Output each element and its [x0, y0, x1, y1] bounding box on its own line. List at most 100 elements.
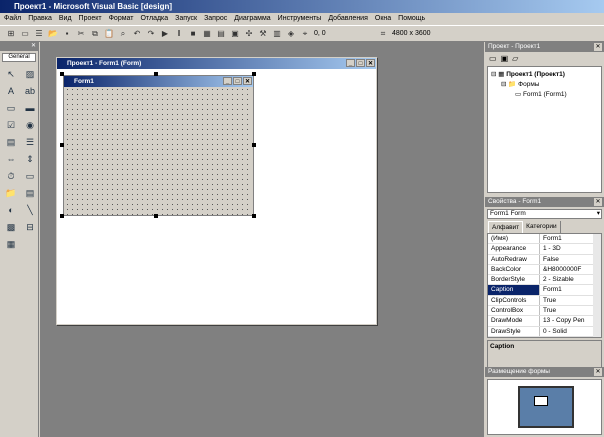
property-row[interactable]: AutoRedraw False [488, 254, 601, 265]
undo-icon[interactable]: ↶ [132, 29, 142, 39]
menu-item[interactable]: Добавления [328, 13, 368, 25]
view-object-icon[interactable]: ▣ [501, 54, 509, 64]
property-value[interactable]: 0 - Solid [540, 327, 567, 336]
pointer-icon[interactable]: ↖ [4, 67, 18, 81]
picturebox-icon[interactable]: ▨ [23, 67, 37, 81]
menu-editor-icon[interactable]: ☰ [34, 29, 44, 39]
maximize-button[interactable]: □ [356, 59, 365, 67]
tree-root[interactable]: ⊟ ▦ Проект1 (Проект1) [491, 70, 598, 80]
data-icon[interactable]: ⊟ [23, 220, 37, 234]
object-select[interactable]: Form1 Form ▾ [487, 209, 602, 219]
menu-item[interactable]: Проект [79, 13, 102, 25]
menu-item[interactable]: Инструменты [278, 13, 322, 25]
line-icon[interactable]: ╲ [23, 203, 37, 217]
property-value[interactable]: Form1 [540, 234, 562, 243]
minimize-button[interactable]: _ [346, 59, 355, 67]
property-value[interactable]: 1 - 3D [540, 244, 561, 253]
resize-handle[interactable] [252, 72, 256, 76]
form-layout-icon[interactable]: ▣ [230, 29, 240, 39]
property-row[interactable]: DrawStyle 0 - Solid [488, 326, 601, 337]
menu-item[interactable]: Правка [28, 13, 52, 25]
resize-handle[interactable] [60, 143, 64, 147]
toggle-folders-icon[interactable]: ▱ [512, 54, 518, 64]
image-icon[interactable]: ▩ [4, 220, 18, 234]
close-icon[interactable]: ✕ [594, 198, 602, 206]
close-icon[interactable]: ✕ [594, 43, 602, 51]
project-explorer-icon[interactable]: ▦ [202, 29, 212, 39]
ole-icon[interactable]: ▦ [4, 237, 18, 251]
menu-item[interactable]: Запуск [175, 13, 197, 25]
form1[interactable]: Form1 _ □ ✕ [63, 75, 254, 216]
property-value[interactable]: True [540, 306, 556, 315]
menu-item[interactable]: Вид [59, 13, 72, 25]
menu-item[interactable]: Файл [4, 13, 21, 25]
menu-item[interactable]: Отладка [140, 13, 168, 25]
property-row[interactable]: DrawMode 13 - Copy Pen [488, 316, 601, 327]
menu-item[interactable]: Окна [375, 13, 391, 25]
form-designer-titlebar[interactable]: Проект1 - Form1 (Form) _ □ ✕ [57, 58, 376, 69]
properties-icon[interactable]: ▤ [216, 29, 226, 39]
scrollbar[interactable] [593, 234, 601, 337]
object-browser-icon[interactable]: ✣ [244, 29, 254, 39]
optionbutton-icon[interactable]: ◉ [23, 118, 37, 132]
property-row[interactable]: BackColor &H8000000F [488, 264, 601, 276]
property-value[interactable]: 13 - Copy Pen [540, 316, 585, 325]
resize-handle[interactable] [154, 214, 158, 218]
menu-item[interactable]: Запрос [204, 13, 227, 25]
tree-item-form1[interactable]: ▭ Form1 (Form1) [491, 90, 598, 100]
tab-categorized[interactable]: Категории [523, 221, 561, 233]
stop-icon[interactable]: ■ [188, 29, 198, 39]
toolbox-icon[interactable]: ⚒ [258, 29, 268, 39]
timer-icon[interactable]: ⏱ [4, 169, 18, 183]
resize-handle[interactable] [60, 214, 64, 218]
tree-folder[interactable]: ⊟ 📁 Формы [491, 80, 598, 90]
find-icon[interactable]: ⌕ [118, 29, 128, 39]
paste-icon[interactable]: 📋 [104, 29, 114, 39]
close-icon[interactable]: ✕ [594, 368, 602, 376]
view-code-icon[interactable]: ▭ [489, 54, 497, 64]
property-value[interactable]: 2 - Sizable [540, 275, 574, 284]
form-position-preview[interactable] [534, 396, 548, 406]
data-view-icon[interactable]: ▥ [272, 29, 282, 39]
toolbox-tab-general[interactable]: General [2, 53, 36, 62]
run-icon[interactable]: ▶ [160, 29, 170, 39]
property-value[interactable]: True [540, 296, 556, 305]
add-project-icon[interactable]: ⊞ [6, 29, 16, 39]
save-icon[interactable]: ▪ [62, 29, 72, 39]
drivelistbox-icon[interactable]: ▭ [23, 169, 37, 183]
add-form-icon[interactable]: ▭ [20, 29, 30, 39]
dirlistbox-icon[interactable]: 📁 [4, 186, 18, 200]
label-icon[interactable]: A [4, 84, 18, 98]
filelistbox-icon[interactable]: ▤ [23, 186, 37, 200]
property-row[interactable]: ControlBox True [488, 306, 601, 317]
copy-icon[interactable]: ⧉ [90, 29, 100, 39]
property-row[interactable]: ClipControls True [488, 295, 601, 307]
property-value[interactable]: &H8000000F [540, 265, 581, 274]
component-manager-icon[interactable]: ◈ [286, 29, 296, 39]
shape-icon[interactable]: ◐ [4, 203, 18, 217]
frame-icon[interactable]: ▭ [4, 101, 18, 115]
pause-icon[interactable]: ‖ [174, 29, 184, 39]
open-icon[interactable]: 📂 [48, 29, 58, 39]
redo-icon[interactable]: ↷ [146, 29, 156, 39]
property-value[interactable]: Form1 [540, 285, 562, 294]
resize-handle[interactable] [154, 72, 158, 76]
property-row[interactable]: Caption Form1 [488, 285, 601, 296]
combobox-icon[interactable]: ▤ [4, 135, 18, 149]
resize-handle[interactable] [252, 214, 256, 218]
menu-item[interactable]: Формат [109, 13, 134, 25]
property-row[interactable]: Appearance 1 - 3D [488, 244, 601, 255]
commandbutton-icon[interactable]: ▬ [23, 101, 37, 115]
hscrollbar-icon[interactable]: ⇔ [4, 152, 18, 166]
property-row[interactable]: BorderStyle 2 - Sizable [488, 275, 601, 286]
menu-item[interactable]: Помощь [398, 13, 425, 25]
checkbox-icon[interactable]: ☑ [4, 118, 18, 132]
property-row[interactable]: (Имя) Form1 [488, 234, 601, 245]
property-value[interactable]: False [540, 255, 559, 264]
vscrollbar-icon[interactable]: ⇕ [23, 152, 37, 166]
listbox-icon[interactable]: ☰ [23, 135, 37, 149]
resize-handle[interactable] [60, 72, 64, 76]
close-button[interactable]: ✕ [366, 59, 375, 67]
tab-alphabetic[interactable]: Алфавит [488, 221, 524, 233]
menu-item[interactable]: Диаграмма [234, 13, 270, 25]
